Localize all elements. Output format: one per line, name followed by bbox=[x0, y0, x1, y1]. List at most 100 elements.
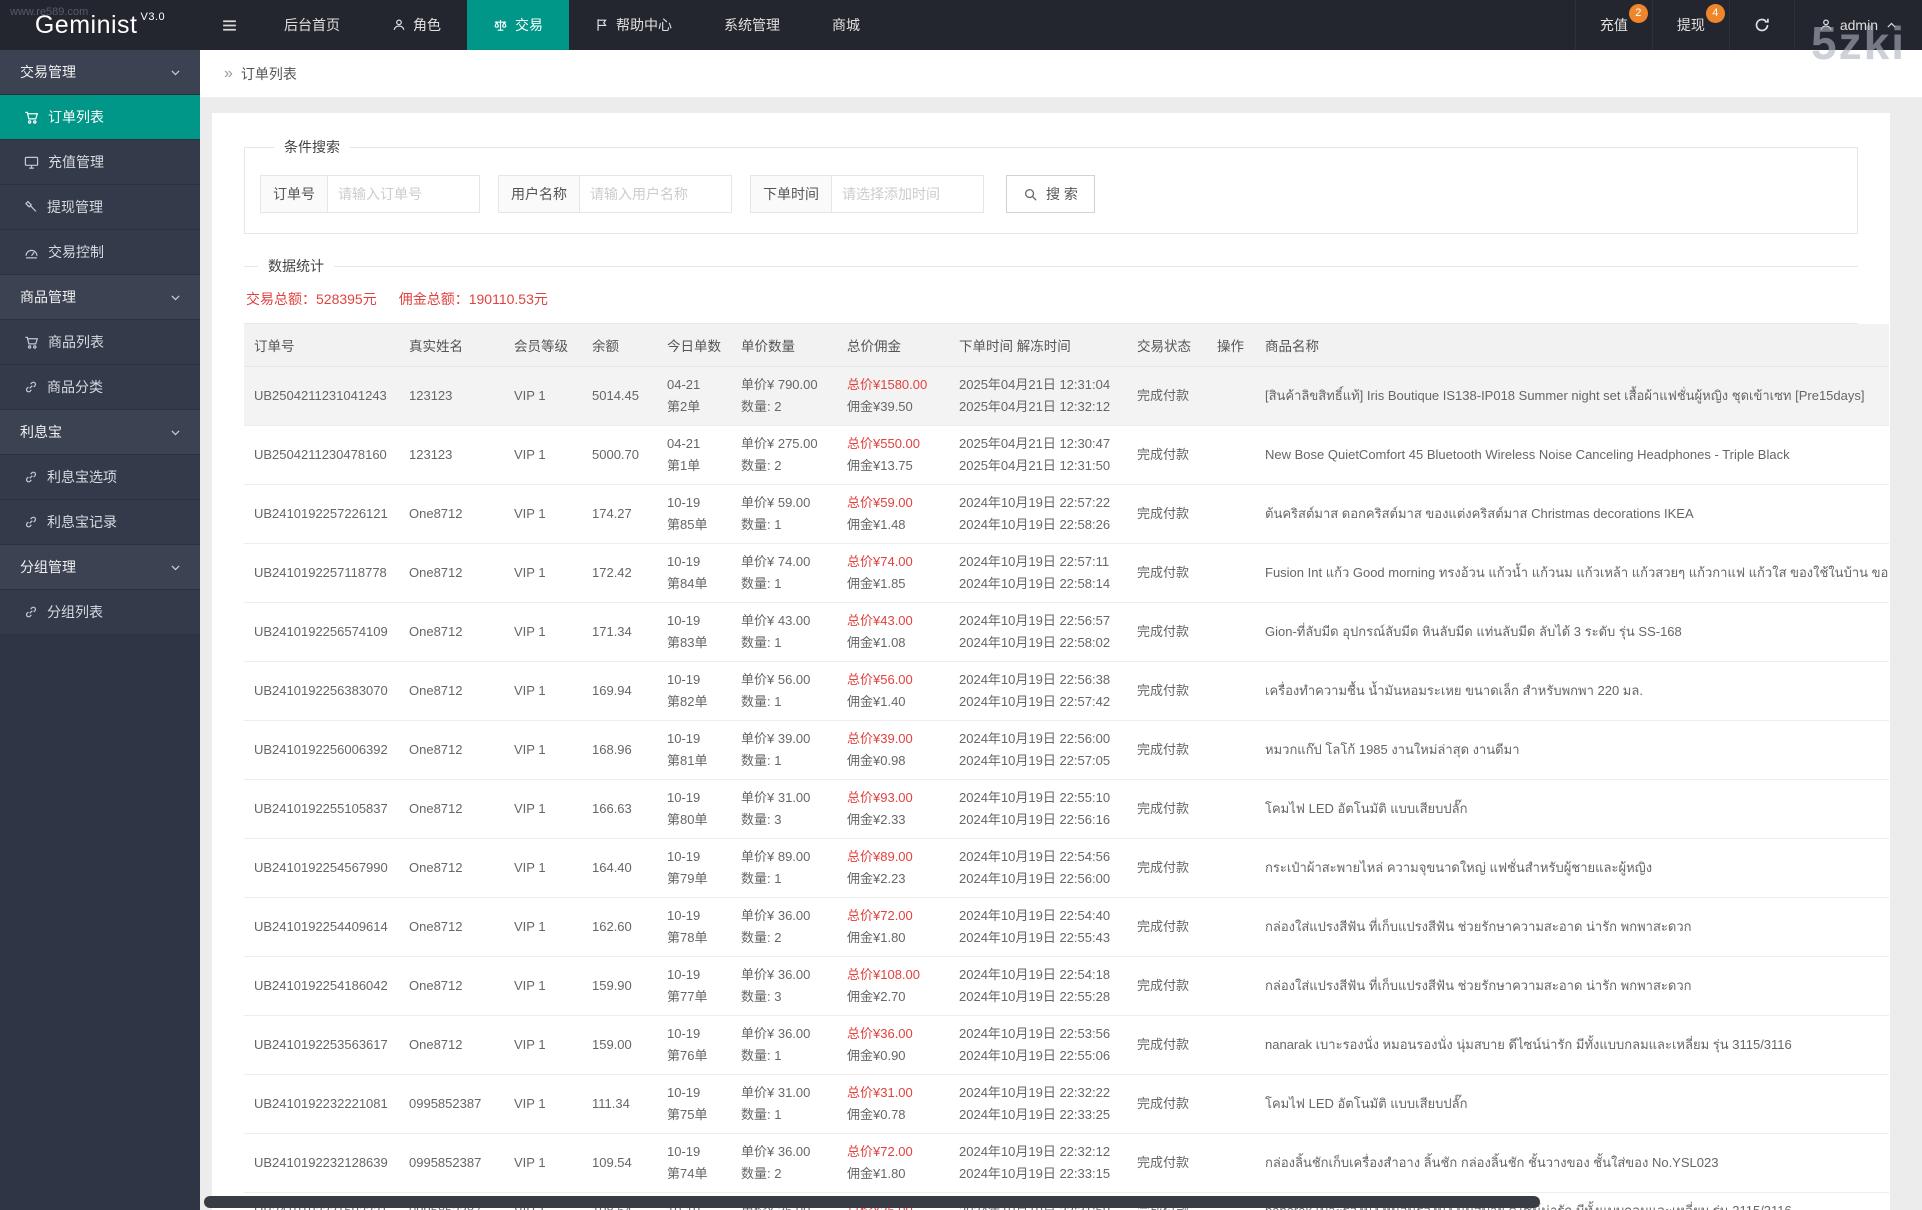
cell-times: 2024年10月19日 22:54:40 2024年10月19日 22:55:43 bbox=[949, 897, 1127, 957]
cell-balance: 111.34 bbox=[582, 1074, 657, 1134]
table-row: UB2504211230478160 123123 VIP 1 5000.70 04-2… bbox=[244, 425, 1889, 485]
table-row: UB2410192257118778 One8712 VIP 1 172.42 10-1… bbox=[244, 543, 1889, 603]
nav-item-mall[interactable]: 商城 bbox=[806, 0, 886, 50]
cell-today-orders: 10-19 第80单 bbox=[657, 779, 731, 839]
user-name-input[interactable] bbox=[580, 175, 732, 213]
order-time-input[interactable] bbox=[832, 175, 984, 213]
sidebar-item-withdraw-manage[interactable]: 提现管理 bbox=[0, 185, 200, 230]
table-column-header: 操作 bbox=[1207, 324, 1255, 367]
cell-real-name: One8712 bbox=[399, 1015, 504, 1075]
cell-balance: 171.34 bbox=[582, 602, 657, 662]
content-card: 条件搜索 订单号 用户名称 下单时间 搜 索 bbox=[212, 113, 1890, 1210]
sidebar-group-trade-manage[interactable]: 交易管理 bbox=[0, 50, 200, 95]
sidebar-item-product-list[interactable]: 商品列表 bbox=[0, 320, 200, 365]
cell-operation bbox=[1207, 1015, 1255, 1075]
order-time-field-group: 下单时间 bbox=[750, 175, 984, 213]
sidebar-group-interest-treasure[interactable]: 利息宝 bbox=[0, 410, 200, 455]
refresh-icon bbox=[1754, 17, 1770, 33]
nav-item-system-manage[interactable]: 系统管理 bbox=[698, 0, 806, 50]
search-button[interactable]: 搜 索 bbox=[1006, 175, 1095, 213]
monitor-icon bbox=[24, 155, 39, 170]
table-row: UB2504211231041243 123123 VIP 1 5014.45 04-2… bbox=[244, 366, 1889, 426]
cell-times: 2025年04月21日 12:30:47 2025年04月21日 12:31:50 bbox=[949, 425, 1127, 485]
sidebar-item-recharge-manage[interactable]: 充值管理 bbox=[0, 140, 200, 185]
cell-today-orders: 10-19 第77单 bbox=[657, 956, 731, 1016]
recharge-label: 充值 bbox=[1599, 17, 1628, 33]
sidebar-item-label: 交易控制 bbox=[48, 244, 104, 260]
breadcrumb-separator-icon: » bbox=[224, 64, 233, 82]
cell-order-no: UB2504211230478160 bbox=[244, 425, 399, 485]
trade-total-label: 交易总额： bbox=[246, 291, 316, 307]
cell-balance: 168.96 bbox=[582, 720, 657, 780]
cell-operation bbox=[1207, 956, 1255, 1016]
cell-order-no: UB2410192254186042 bbox=[244, 956, 399, 1016]
cell-vip-level: VIP 1 bbox=[504, 602, 582, 662]
cell-total-commission: 总价¥93.00 佣金¥2.33 bbox=[837, 779, 949, 839]
table-column-header: 交易状态 bbox=[1127, 324, 1207, 367]
nav-item-label: 帮助中心 bbox=[616, 17, 672, 33]
page-title: 订单列表 bbox=[240, 65, 297, 82]
sidebar: 交易管理 订单列表 充值管理 提现管理交易控制商品管理 商品列表 商品分类 利息宝利息宝选项… bbox=[0, 50, 200, 1210]
sidebar-group-group-manage[interactable]: 分组管理 bbox=[0, 545, 200, 590]
cell-order-no: UB2410192232221081 bbox=[244, 1074, 399, 1134]
nav-item-home[interactable]: 后台首页 bbox=[258, 0, 366, 50]
sidebar-item-group-list[interactable]: 分组列表 bbox=[0, 590, 200, 635]
cell-price-qty: 单价¥ 89.00 数量: 1 bbox=[731, 838, 837, 898]
sidebar-item-interest-records[interactable]: 利息宝记录 bbox=[0, 500, 200, 545]
cell-real-name: One8712 bbox=[399, 956, 504, 1016]
cell-operation bbox=[1207, 425, 1255, 485]
breadcrumb: » 订单列表 bbox=[200, 50, 1922, 98]
sidebar-group-label: 分组管理 bbox=[20, 559, 76, 575]
table-column-header: 商品名称 bbox=[1255, 324, 1889, 367]
cell-operation bbox=[1207, 602, 1255, 662]
order-no-input[interactable] bbox=[328, 175, 480, 213]
cell-real-name: One8712 bbox=[399, 543, 504, 603]
cell-order-no: UB2410192253563617 bbox=[244, 1015, 399, 1075]
cell-price-qty: 单价¥ 36.00 数量: 2 bbox=[731, 1133, 837, 1193]
cell-today-orders: 10-19 第81单 bbox=[657, 720, 731, 780]
table-header-row: 订单号 真实姓名 会员等级 余额 今日单数 单价数量 总价佣金 下单时间 解冻时间 交易状态 操作… bbox=[244, 324, 1889, 367]
nav-item-help-center[interactable]: 帮助中心 bbox=[569, 0, 698, 50]
cell-operation bbox=[1207, 661, 1255, 721]
cell-real-name: 0995852387 bbox=[399, 1133, 504, 1193]
sidebar-toggle-button[interactable] bbox=[200, 0, 258, 50]
cell-real-name: One8712 bbox=[399, 838, 504, 898]
cell-product-name: หมวกแก๊ป โลโก้ 1985 งานใหม่ล่าสุด งานดีม… bbox=[1255, 720, 1889, 780]
nav-item-roles[interactable]: 角色 bbox=[366, 0, 467, 50]
cell-total-commission: 总价¥31.00 佣金¥0.78 bbox=[837, 1074, 949, 1134]
cell-real-name: 0995852387 bbox=[399, 1074, 504, 1134]
cell-today-orders: 10-19 第74单 bbox=[657, 1133, 731, 1193]
watermark-5zki: 5zki bbox=[1811, 17, 1906, 69]
cell-price-qty: 单价¥ 59.00 数量: 1 bbox=[731, 484, 837, 544]
cell-total-commission: 总价¥36.00 佣金¥0.90 bbox=[837, 1015, 949, 1075]
cell-balance: 162.60 bbox=[582, 897, 657, 957]
table-column-header: 单价数量 bbox=[731, 324, 837, 367]
cell-operation bbox=[1207, 366, 1255, 426]
cell-price-qty: 单价¥ 39.00 数量: 1 bbox=[731, 720, 837, 780]
horizontal-scrollbar[interactable] bbox=[204, 1196, 1540, 1208]
table-row: UB2410192254567990 One8712 VIP 1 164.40 10-1… bbox=[244, 838, 1889, 898]
sidebar-item-trade-control[interactable]: 交易控制 bbox=[0, 230, 200, 275]
sidebar-item-label: 利息宝选项 bbox=[47, 469, 117, 485]
cell-product-name: New Bose QuietComfort 45 Bluetooth Wirel… bbox=[1255, 425, 1889, 485]
table-column-header: 订单号 bbox=[244, 324, 399, 367]
cell-price-qty: 单价¥ 31.00 数量: 1 bbox=[731, 1074, 837, 1134]
cell-times: 2024年10月19日 22:55:10 2024年10月19日 22:56:16 bbox=[949, 779, 1127, 839]
watermark-url: www.re589.com bbox=[10, 6, 89, 18]
cell-vip-level: VIP 1 bbox=[504, 425, 582, 485]
sidebar-item-product-category[interactable]: 商品分类 bbox=[0, 365, 200, 410]
recharge-button[interactable]: 充值 2 bbox=[1574, 0, 1652, 50]
cell-order-no: UB2410192254409614 bbox=[244, 897, 399, 957]
table-row: UB2410192256383070 One8712 VIP 1 169.94 10-1… bbox=[244, 661, 1889, 721]
sidebar-item-order-list[interactable]: 订单列表 bbox=[0, 95, 200, 140]
cell-real-name: One8712 bbox=[399, 602, 504, 662]
cell-times: 2024年10月19日 22:56:38 2024年10月19日 22:57:42 bbox=[949, 661, 1127, 721]
sidebar-item-interest-options[interactable]: 利息宝选项 bbox=[0, 455, 200, 500]
nav-item-trade[interactable]: 交易 bbox=[467, 0, 569, 50]
refresh-button[interactable] bbox=[1728, 0, 1794, 50]
search-button-label: 搜 索 bbox=[1046, 186, 1078, 202]
sidebar-group-product-manage[interactable]: 商品管理 bbox=[0, 275, 200, 320]
withdraw-button[interactable]: 提现 4 bbox=[1651, 0, 1729, 50]
cell-operation bbox=[1207, 1133, 1255, 1193]
cell-status: 完成付款 bbox=[1127, 956, 1207, 1016]
